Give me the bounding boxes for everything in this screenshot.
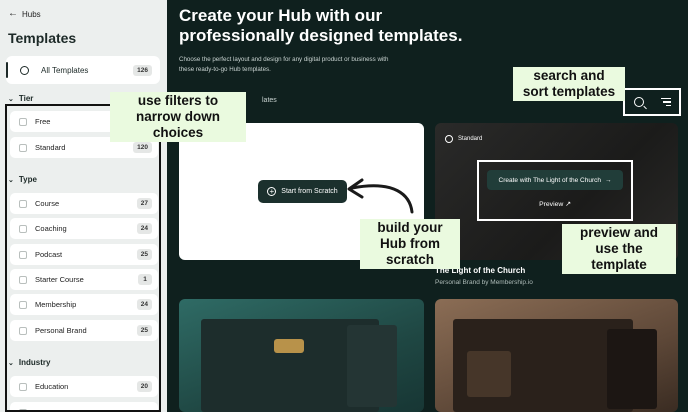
filter-label: All Templates [41,65,89,75]
filter-type-coaching[interactable]: Coaching 24 [10,218,158,239]
checkbox[interactable] [19,117,27,126]
count-badge: 25 [136,325,152,336]
tier-icon [445,135,453,143]
count-badge: 25 [136,249,152,260]
results-heading: lates [262,97,277,104]
active-indicator [6,62,8,78]
sidebar: ← Hubs Templates All Templates 126 ⌄ Tie… [0,0,167,412]
filter-type-course[interactable]: Course 27 [10,193,158,214]
checkbox[interactable] [19,408,27,412]
section-label: Industry [18,358,51,367]
section-type-toggle[interactable]: ⌄ Type [8,175,37,184]
checkbox[interactable] [19,300,27,309]
plus-icon: + [267,187,277,196]
arrow-right-icon: → [605,176,612,184]
search-sort-toolbar [623,88,681,116]
filter-label: Course [35,199,60,208]
template-preview-mobile [607,329,657,409]
callout-filters: use filters to narrow down choices [110,92,246,142]
filter-label: Podcast [35,250,63,259]
preview-button[interactable]: Preview ↗ [479,200,631,208]
sort-icon[interactable] [660,98,671,106]
filter-type-personal-brand[interactable]: Personal Brand 25 [10,320,158,341]
checkbox[interactable] [19,275,27,284]
section-industry-toggle[interactable]: ⌄ Industry [8,358,50,367]
filter-industry-education[interactable]: Education 20 [10,376,158,397]
section-tier-toggle[interactable]: ⌄ Tier [8,94,33,103]
external-link-icon: ↗ [565,201,571,208]
use-template-button[interactable]: Create with The Light of the Church → [487,170,623,190]
search-icon[interactable] [633,97,644,107]
count-badge: 120 [133,142,152,153]
start-from-scratch-button[interactable]: + Start from Scratch [258,180,347,203]
main-content: Create your Hub with our professionally … [167,0,688,412]
checkbox[interactable] [19,199,27,208]
filter-label: Personal Brand [35,326,87,335]
filter-label: Education [35,382,69,391]
page-title: Create your Hub with our professionally … [179,6,463,45]
tier-label: Standard [458,136,483,142]
globe-icon [20,65,29,75]
checkbox[interactable] [19,250,27,259]
section-label: Type [18,175,37,184]
template-card-3[interactable] [179,299,424,412]
count-badge: 126 [133,64,152,76]
template-preview-logo [274,339,304,353]
chevron-down-icon: ⌄ [8,176,14,184]
button-label: Start from Scratch [281,188,338,195]
filter-label: Standard [35,143,66,152]
filter-all-templates[interactable]: All Templates 126 [6,56,160,84]
back-to-hubs-link[interactable]: ← Hubs [8,9,41,19]
template-card-4[interactable] [435,299,678,412]
callout-build: build your Hub from scratch [360,219,460,269]
filter-industry-next[interactable] [10,402,158,412]
template-preview-thumb [467,351,511,397]
count-badge: 24 [136,223,152,234]
checkbox[interactable] [19,326,27,335]
button-label: Create with The Light of the Church [498,176,602,184]
section-label: Tier [18,94,34,103]
filter-label: Membership [35,300,77,309]
filter-type-starter-course[interactable]: Starter Course 1 [10,269,158,290]
card-actions: Create with The Light of the Church → Pr… [477,160,633,221]
callout-preview: preview and use the template [562,224,676,274]
count-badge: 20 [136,381,152,392]
checkbox[interactable] [19,143,27,152]
count-badge: 24 [136,299,152,310]
filter-type-membership[interactable]: Membership 24 [10,294,158,315]
chevron-down-icon: ⌄ [8,95,14,103]
filter-type-podcast[interactable]: Podcast 25 [10,244,158,265]
chevron-down-icon: ⌄ [8,359,14,367]
template-author: Personal Brand by Membership.io [435,279,533,286]
callout-search-sort: search and sort templates [513,67,625,101]
button-label: Preview [539,201,564,208]
checkbox[interactable] [19,382,27,391]
count-badge: 27 [136,198,152,209]
filter-label: Starter Course [35,275,84,284]
filter-label: Coaching [35,224,67,233]
checkbox[interactable] [19,224,27,233]
tier-tag: Standard [445,135,482,143]
count-badge: 1 [138,274,152,285]
back-label: Hubs [22,9,41,19]
sidebar-title: Templates [8,30,77,46]
template-preview-mobile [347,325,397,407]
arrow-left-icon: ← [8,8,18,19]
page-subtitle: Choose the perfect layout and design for… [179,56,389,73]
